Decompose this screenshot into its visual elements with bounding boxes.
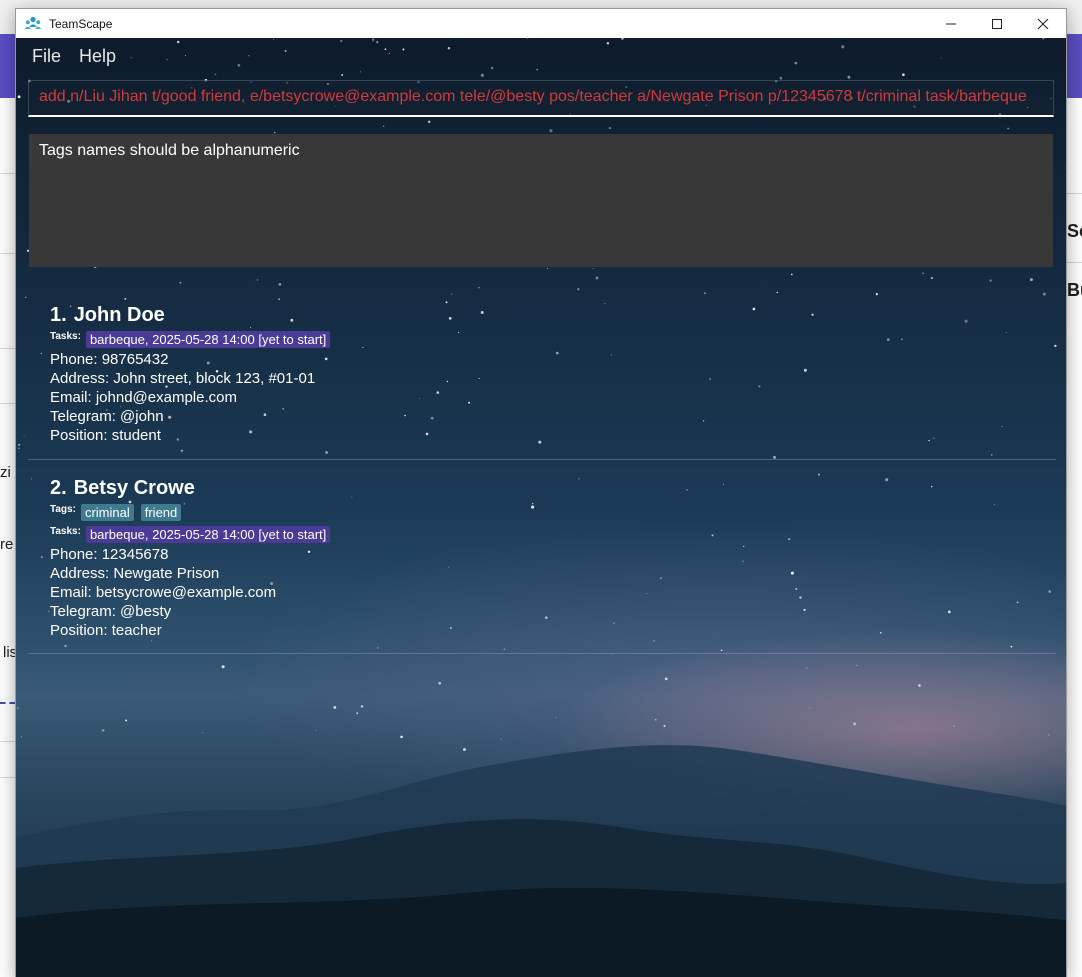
background-text-fragment: zi <box>0 464 11 481</box>
tasks-label: Tasks: <box>50 526 81 537</box>
background-divider <box>0 253 15 254</box>
tags-label: Tags: <box>50 504 76 515</box>
email-value: johnd@example.com <box>95 389 237 406</box>
close-icon <box>1037 18 1049 29</box>
minimize-icon <box>946 23 956 24</box>
tag-chip: friend <box>140 504 182 521</box>
email-label: Email: <box>50 584 96 601</box>
position-label: Position: <box>50 427 112 444</box>
phone-label: Phone: <box>50 546 102 563</box>
email-label: Email: <box>50 389 96 406</box>
window-controls <box>928 9 1066 38</box>
menu-help[interactable]: Help <box>71 38 124 74</box>
window-title: TeamScape <box>49 16 113 31</box>
person-index: 1. <box>50 304 67 326</box>
command-input[interactable]: add n/Liu Jihan t/good friend, e/betsycr… <box>28 80 1054 117</box>
email-field: Email: johnd@example.com <box>50 388 1056 407</box>
background-divider <box>0 777 15 778</box>
address-label: Address: <box>50 565 114 582</box>
background-divider <box>1065 262 1082 263</box>
result-message: Tags names should be alphanumeric <box>39 142 300 159</box>
background-divider <box>0 403 15 404</box>
person-name: John Doe <box>73 304 165 326</box>
title-bar[interactable]: TeamScape <box>16 9 1066 38</box>
telegram-field: Telegram: @besty <box>50 602 1056 621</box>
tasks-row: Tasks: barbeque, 2025-05-28 14:00 [yet t… <box>50 329 1056 350</box>
minimize-button[interactable] <box>928 9 974 38</box>
position-value: teacher <box>111 622 162 639</box>
phone-value: 98765432 <box>101 351 169 368</box>
background-divider <box>0 741 15 742</box>
person-card[interactable]: 1. John Doe Tasks: barbeque, 2025-05-28 1… <box>28 293 1056 460</box>
tasks-row: Tasks: barbeque, 2025-05-28 14:00 [yet t… <box>50 524 1056 545</box>
team-icon <box>24 16 42 29</box>
phone-value: 12345678 <box>101 546 169 563</box>
menu-bar: File Help <box>16 38 124 74</box>
address-value: Newgate Prison <box>113 565 220 582</box>
command-input-text: add n/Liu Jihan t/good friend, e/betsycr… <box>39 88 1027 105</box>
app-client-area: File Help add n/Liu Jihan t/good friend,… <box>16 38 1066 977</box>
address-field: Address: Newgate Prison <box>50 564 1056 583</box>
email-value: betsycrowe@example.com <box>95 584 277 601</box>
person-name-row: 2. Betsy Crowe <box>50 475 1056 501</box>
background-divider <box>1065 193 1082 194</box>
person-index: 2. <box>50 477 67 499</box>
person-name: Betsy Crowe <box>73 477 195 499</box>
result-display[interactable]: Tags names should be alphanumeric <box>29 134 1053 267</box>
position-label: Position: <box>50 622 112 639</box>
app-window: TeamScape File Help add n/Liu Jihan t/go… <box>15 8 1067 977</box>
background-app-header-left <box>0 34 16 98</box>
background-text-fragment: re <box>0 536 14 553</box>
tags-row: Tags: criminal friend <box>50 502 1056 523</box>
phone-field: Phone: 98765432 <box>50 350 1056 369</box>
close-button[interactable] <box>1020 9 1066 38</box>
task-chip: barbeque, 2025-05-28 14:00 [yet to start… <box>85 331 331 348</box>
background-text-fragment: Sc <box>1067 221 1082 241</box>
telegram-field: Telegram: @john <box>50 407 1056 426</box>
telegram-label: Telegram: <box>50 408 121 425</box>
position-field: Position: teacher <box>50 621 1056 640</box>
task-chip: barbeque, 2025-05-28 14:00 [yet to start… <box>85 526 331 543</box>
background-divider <box>0 348 15 349</box>
person-card[interactable]: 2. Betsy Crowe Tags: criminal friend Task… <box>28 460 1056 654</box>
address-label: Address: <box>50 370 114 387</box>
person-list[interactable]: 1. John Doe Tasks: barbeque, 2025-05-28 1… <box>28 293 1056 654</box>
telegram-value: @besty <box>120 603 172 620</box>
phone-label: Phone: <box>50 351 102 368</box>
position-value: student <box>111 427 161 444</box>
background-divider <box>0 173 15 174</box>
phone-field: Phone: 12345678 <box>50 545 1056 564</box>
maximize-icon <box>992 18 1002 29</box>
maximize-button[interactable] <box>974 9 1020 38</box>
telegram-label: Telegram: <box>50 603 121 620</box>
position-field: Position: student <box>50 426 1056 445</box>
tag-chip: criminal <box>80 504 134 521</box>
background-text-fragment: Bu <box>1067 280 1082 300</box>
email-field: Email: betsycrowe@example.com <box>50 583 1056 602</box>
menu-file[interactable]: File <box>24 38 69 74</box>
tasks-label: Tasks: <box>50 331 81 342</box>
background-dashed-line <box>0 702 15 704</box>
address-value: John street, block 123, #01-01 <box>113 370 316 387</box>
person-name-row: 1. John Doe <box>50 302 1056 328</box>
address-field: Address: John street, block 123, #01-01 <box>50 369 1056 388</box>
telegram-value: @john <box>120 408 164 425</box>
